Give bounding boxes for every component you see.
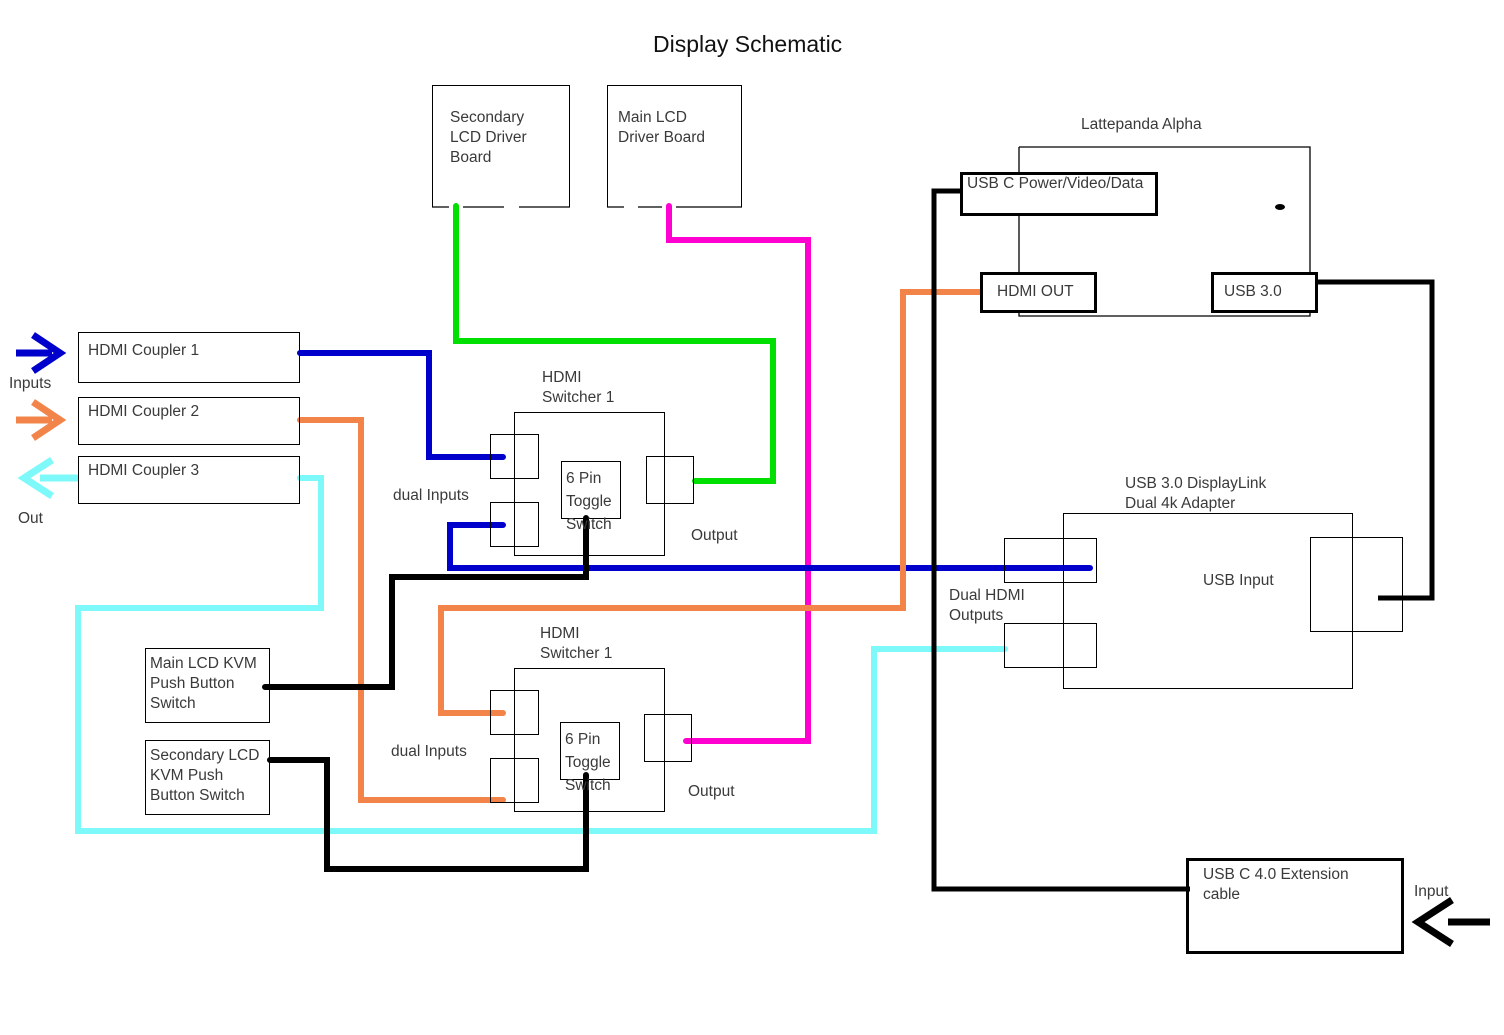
hdmi-out-port-label: HDMI OUT (997, 283, 1074, 300)
toggle-switch-top-label: 6 Pin Toggle Switch (566, 470, 612, 533)
hdmi-switcher-bottom-output-port (644, 714, 692, 762)
hdmi-switcher-bottom-label: HDMI Switcher 1 (540, 625, 613, 662)
main-lcd-kvm-switch-label: Main LCD KVM Push Button Switch (150, 655, 257, 712)
displaylink-hdmi-output-port-1 (1004, 538, 1097, 583)
usb-c-power-port-label: USB C Power/Video/Data (967, 175, 1144, 192)
usb-3-0-port-label: USB 3.0 (1224, 283, 1282, 300)
inputs-label: Inputs (9, 375, 52, 392)
displaylink-adapter-label: USB 3.0 DisplayLink Dual 4k Adapter (1125, 475, 1267, 512)
wire-blue-coupler1 (297, 350, 506, 460)
dual-inputs-top-label: dual Inputs (393, 487, 469, 504)
hdmi-switcher-bottom-input-port-2 (490, 758, 539, 803)
board-dot-marker (1275, 204, 1285, 210)
hdmi-coupler-3-label: HDMI Coupler 3 (88, 462, 200, 479)
hdmi-switcher-top-output-port (646, 456, 694, 504)
secondary-lcd-kvm-switch-label: Secondary LCD KVM Push Button Switch (150, 747, 260, 804)
hdmi-switcher-top-label: HDMI Switcher 1 (542, 369, 615, 406)
hdmi-coupler-1-label: HDMI Coupler 1 (88, 342, 200, 359)
main-lcd-driver-board-label: Main LCD Driver Board (618, 109, 705, 146)
input-right-label: Input (1414, 883, 1449, 900)
output-top-label: Output (691, 527, 738, 544)
arrow-input-right-black (1411, 897, 1490, 947)
schematic-canvas: Display Schematic Secondary LCD Driver B… (0, 0, 1504, 1035)
dual-inputs-bottom-label: dual Inputs (391, 743, 467, 760)
displaylink-hdmi-output-port-2 (1004, 623, 1097, 668)
hdmi-switcher-top-input-port-1 (490, 434, 539, 479)
arrow-input-blue (16, 332, 67, 374)
out-label: Out (18, 510, 43, 527)
arrow-input-orange (16, 399, 67, 441)
hdmi-switcher-bottom-input-port-1 (490, 690, 539, 735)
displaylink-usb-input-port (1310, 537, 1403, 632)
hdmi-coupler-2-label: HDMI Coupler 2 (88, 403, 200, 420)
lattepanda-alpha-label: Lattepanda Alpha (1081, 116, 1202, 133)
output-bottom-label: Output (688, 783, 735, 800)
page-title: Display Schematic (653, 31, 843, 57)
usb-c-extension-cable-label: USB C 4.0 Extension cable (1203, 866, 1349, 903)
toggle-switch-bottom-label: 6 Pin Toggle Switch (565, 731, 611, 794)
hdmi-switcher-top-input-port-2 (490, 502, 539, 547)
usb-input-label: USB Input (1203, 572, 1274, 589)
secondary-lcd-driver-board-label: Secondary LCD Driver Board (450, 109, 527, 166)
dual-hdmi-outputs-label: Dual HDMI Outputs (949, 587, 1025, 624)
arrow-out-cyan (17, 457, 78, 499)
